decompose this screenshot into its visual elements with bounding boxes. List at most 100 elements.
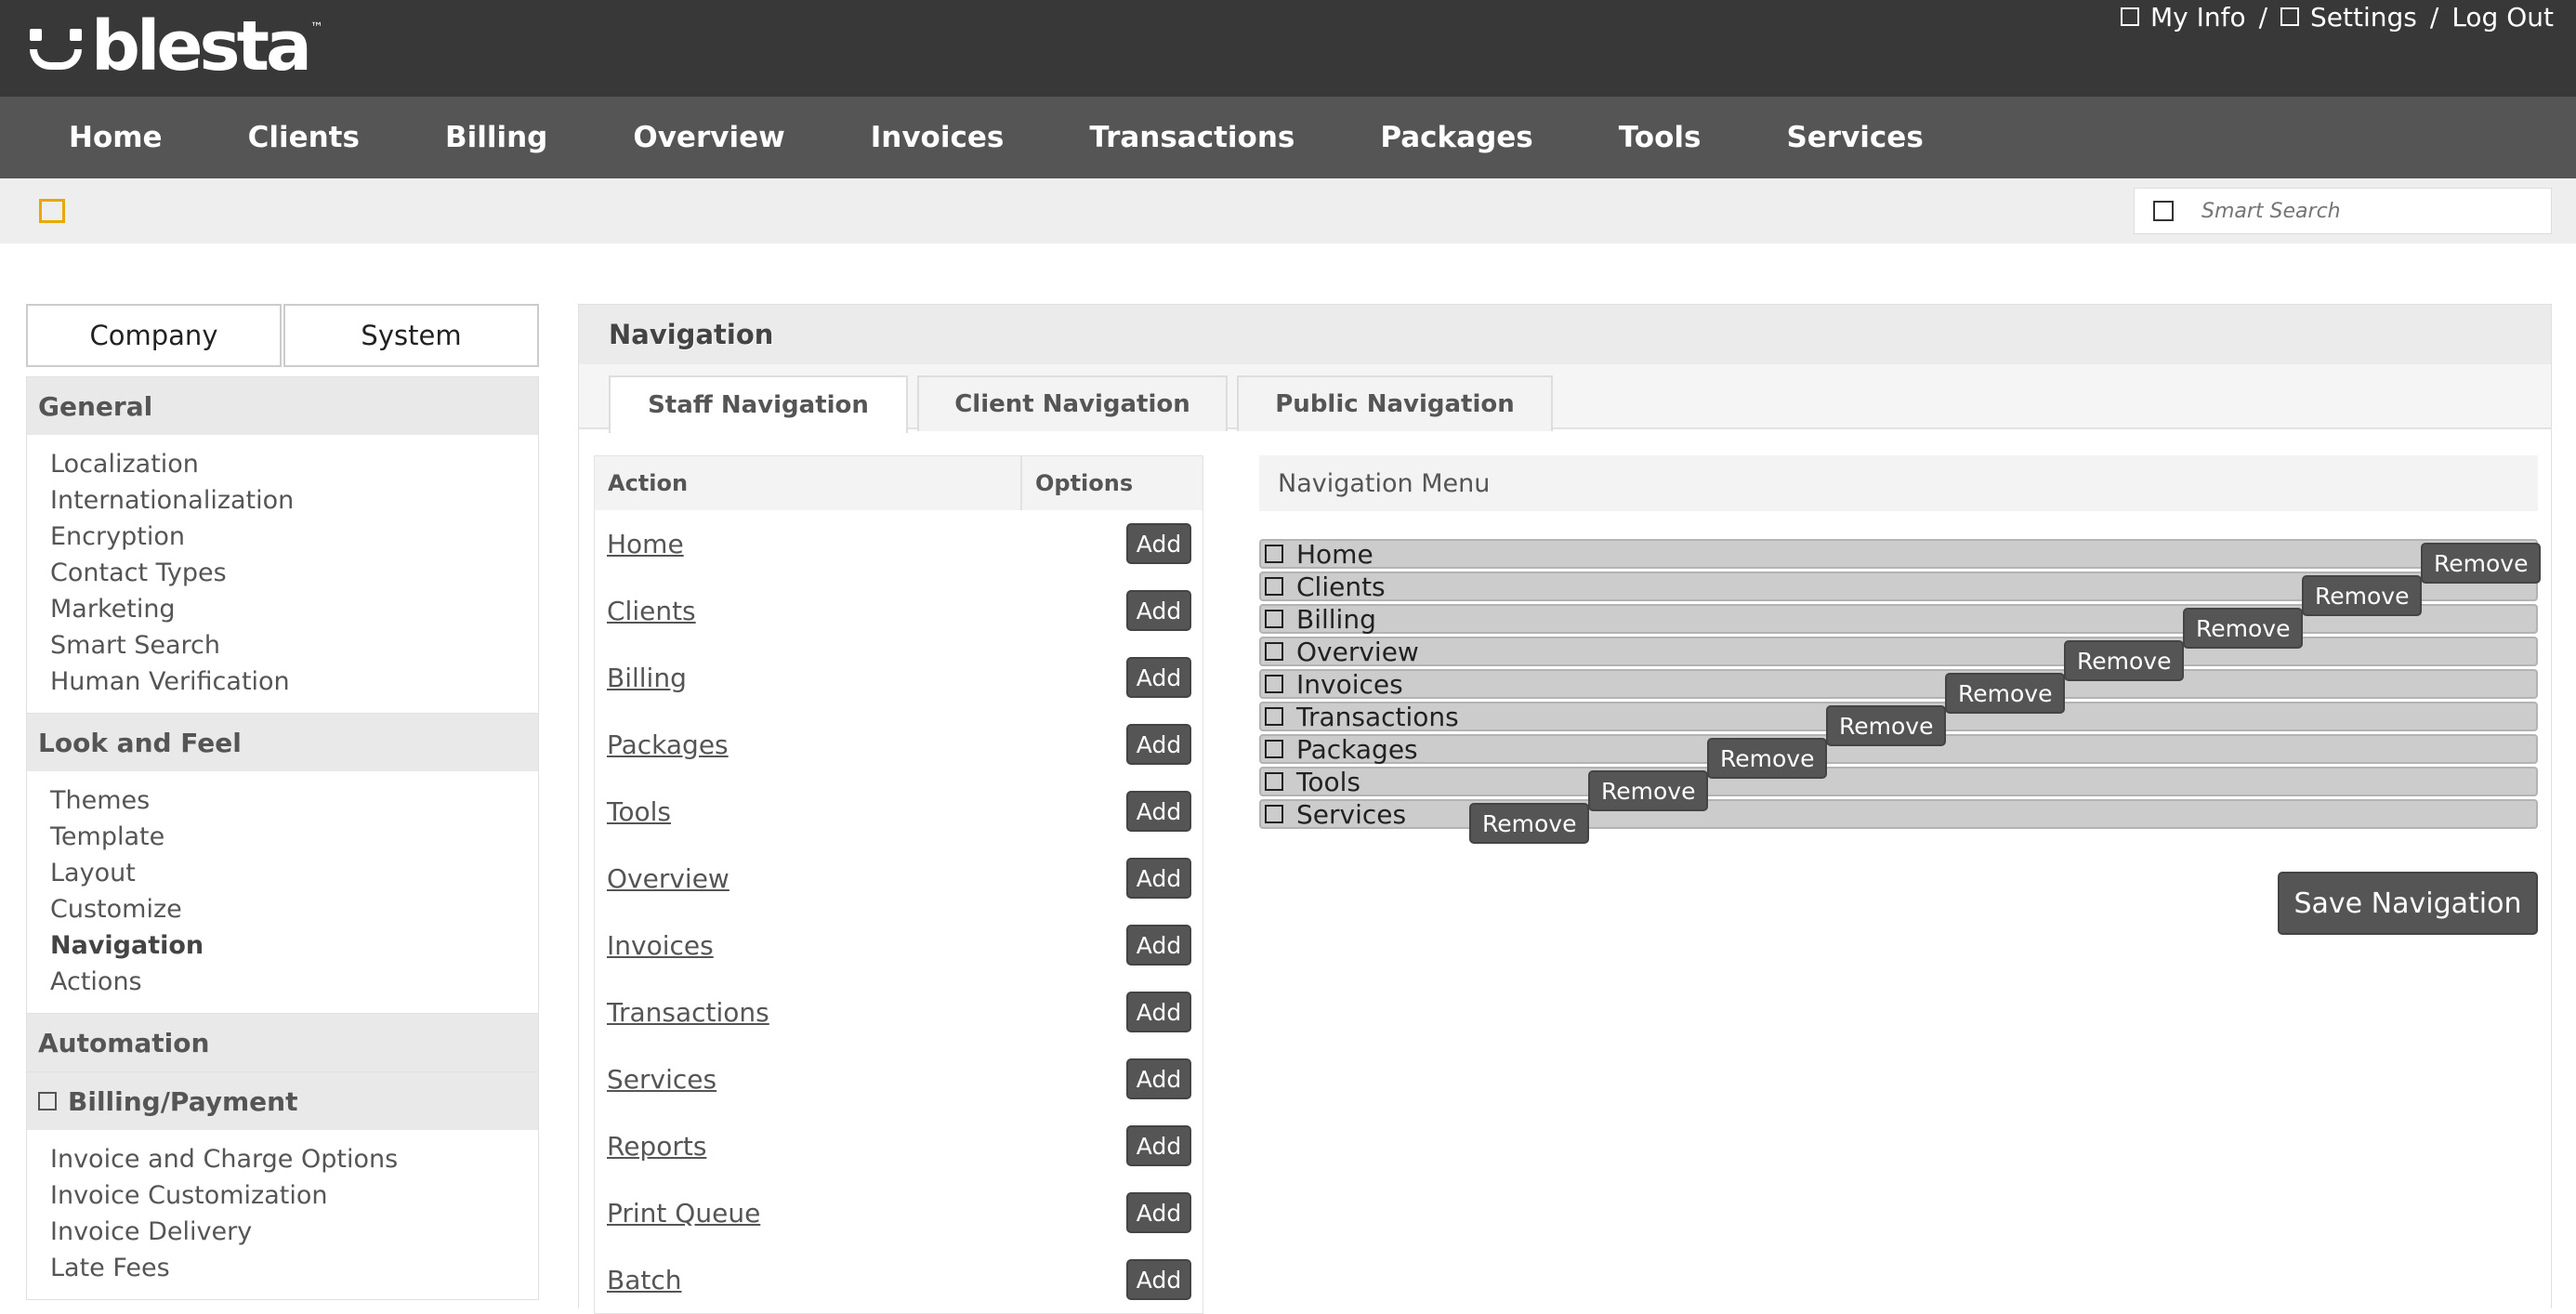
nav-packages[interactable]: Packages [1380,121,1532,154]
navigation-menu-item[interactable]: Tools [1259,767,2538,797]
table-row: Reports Add [595,1112,1203,1179]
add-button[interactable]: Add [1126,1058,1191,1099]
action-link[interactable]: Print Queue [607,1198,760,1229]
add-button[interactable]: Add [1126,590,1191,631]
page-title: Navigation [579,305,2551,364]
sidebar-item-navigation[interactable]: Navigation [50,927,538,964]
drag-handle-icon[interactable] [1265,610,1283,628]
add-button[interactable]: Add [1126,992,1191,1032]
blesta-logo[interactable]: blesta ™ [24,9,323,84]
remove-button[interactable]: Remove [2421,543,2542,584]
action-link[interactable]: Overview [607,863,729,894]
sidebar-item-late-fees[interactable]: Late Fees [50,1250,538,1286]
navigation-menu-item[interactable]: Overview [1259,637,2538,667]
drag-handle-icon[interactable] [1265,805,1283,823]
sidebar-item-invoice-charge-options[interactable]: Invoice and Charge Options [50,1141,538,1177]
remove-button[interactable]: Remove [2302,575,2423,616]
nav-home[interactable]: Home [69,121,163,154]
section-heading[interactable]: Billing/Payment [27,1072,538,1130]
action-link[interactable]: Reports [607,1131,706,1162]
drag-handle-icon[interactable] [1265,545,1283,563]
sidebar-item-actions[interactable]: Actions [50,964,538,1000]
remove-button[interactable]: Remove [2064,640,2185,681]
tab-staff-navigation[interactable]: Staff Navigation [609,375,908,433]
column-header-options: Options [1035,470,1134,496]
add-button[interactable]: Add [1126,1125,1191,1166]
sidebar-item-template[interactable]: Template [50,819,538,855]
my-info-link[interactable]: My Info [2120,2,2246,33]
actions-table: Action Options Home Add Clients Add Billing A… [594,455,1203,1314]
nav-invoices[interactable]: Invoices [871,121,1005,154]
sidebar-item-layout[interactable]: Layout [50,855,538,891]
action-link[interactable]: Batch [607,1265,682,1295]
remove-button[interactable]: Remove [1826,705,1947,746]
action-link[interactable]: Clients [607,596,696,626]
sidebar-item-contact-types[interactable]: Contact Types [50,555,538,591]
action-link[interactable]: Tools [607,796,671,827]
remove-button[interactable]: Remove [1588,770,1709,811]
menu-item-label: Invoices [1296,668,1403,700]
nav-services[interactable]: Services [1786,121,1923,154]
sidebar-item-themes[interactable]: Themes [50,782,538,819]
tab-client-navigation[interactable]: Client Navigation [917,375,1228,431]
drag-handle-icon[interactable] [1265,772,1283,791]
navigation-panel: Navigation Staff Navigation Client Navig… [578,304,2552,1314]
add-button[interactable]: Add [1126,523,1191,564]
sidebar-item-localization[interactable]: Localization [50,446,538,482]
search-icon [2153,201,2174,221]
sidebar-item-invoice-customization[interactable]: Invoice Customization [50,1177,538,1214]
nav-tools[interactable]: Tools [1619,121,1702,154]
smart-search [2134,188,2552,234]
add-button[interactable]: Add [1126,925,1191,966]
sidebar-item-smart-search[interactable]: Smart Search [50,627,538,664]
star-icon[interactable] [39,199,65,223]
nav-billing[interactable]: Billing [445,121,547,154]
drag-handle-icon[interactable] [1265,675,1283,693]
add-button[interactable]: Add [1126,1192,1191,1233]
action-link[interactable]: Home [607,529,684,559]
action-link[interactable]: Packages [607,729,729,760]
drag-handle-icon[interactable] [1265,740,1283,758]
save-navigation-button[interactable]: Save Navigation [2278,872,2538,935]
drag-handle-icon[interactable] [1265,707,1283,726]
sidebar-item-marketing[interactable]: Marketing [50,591,538,627]
logout-link[interactable]: Log Out [2451,2,2554,33]
add-button[interactable]: Add [1126,1259,1191,1300]
company-button[interactable]: Company [26,304,282,367]
navigation-menu-item[interactable]: Services [1259,799,2538,830]
sidebar-item-human-verification[interactable]: Human Verification [50,664,538,700]
settings-link[interactable]: Settings [2280,2,2417,33]
drag-handle-icon[interactable] [1265,642,1283,661]
remove-button[interactable]: Remove [2183,608,2304,649]
remove-button[interactable]: Remove [1469,803,1590,844]
add-button[interactable]: Add [1126,657,1191,698]
remove-button[interactable]: Remove [1945,673,2066,714]
action-link[interactable]: Billing [607,663,687,693]
sidebar-item-customize[interactable]: Customize [50,891,538,927]
add-button[interactable]: Add [1126,858,1191,899]
remove-button[interactable]: Remove [1707,738,1828,779]
nav-transactions[interactable]: Transactions [1089,121,1295,154]
navigation-menu-item[interactable]: Home [1259,539,2538,570]
system-button[interactable]: System [283,304,539,367]
navigation-menu-item[interactable]: Invoices [1259,668,2538,700]
sidebar-item-automation[interactable]: Automation [27,1014,538,1071]
add-button[interactable]: Add [1126,724,1191,765]
search-input[interactable] [2200,198,2516,224]
action-link[interactable]: Services [607,1064,716,1095]
sidebar-item-invoice-delivery[interactable]: Invoice Delivery [50,1214,538,1250]
sidebar-item-internationalization[interactable]: Internationalization [50,482,538,519]
action-link[interactable]: Invoices [607,930,714,961]
nav-overview[interactable]: Overview [633,121,784,154]
tab-public-navigation[interactable]: Public Navigation [1237,375,1553,431]
sidebar-item-encryption[interactable]: Encryption [50,519,538,555]
table-row: Tools Add [595,778,1203,845]
sub-bar [0,178,2576,243]
drag-handle-icon[interactable] [1265,577,1283,596]
table-row: Billing Add [595,644,1203,711]
add-button[interactable]: Add [1126,791,1191,832]
nav-clients[interactable]: Clients [248,121,360,154]
action-link[interactable]: Transactions [607,997,769,1028]
table-row: Print Queue Add [595,1179,1203,1246]
menu-item-label: Billing [1296,603,1376,635]
